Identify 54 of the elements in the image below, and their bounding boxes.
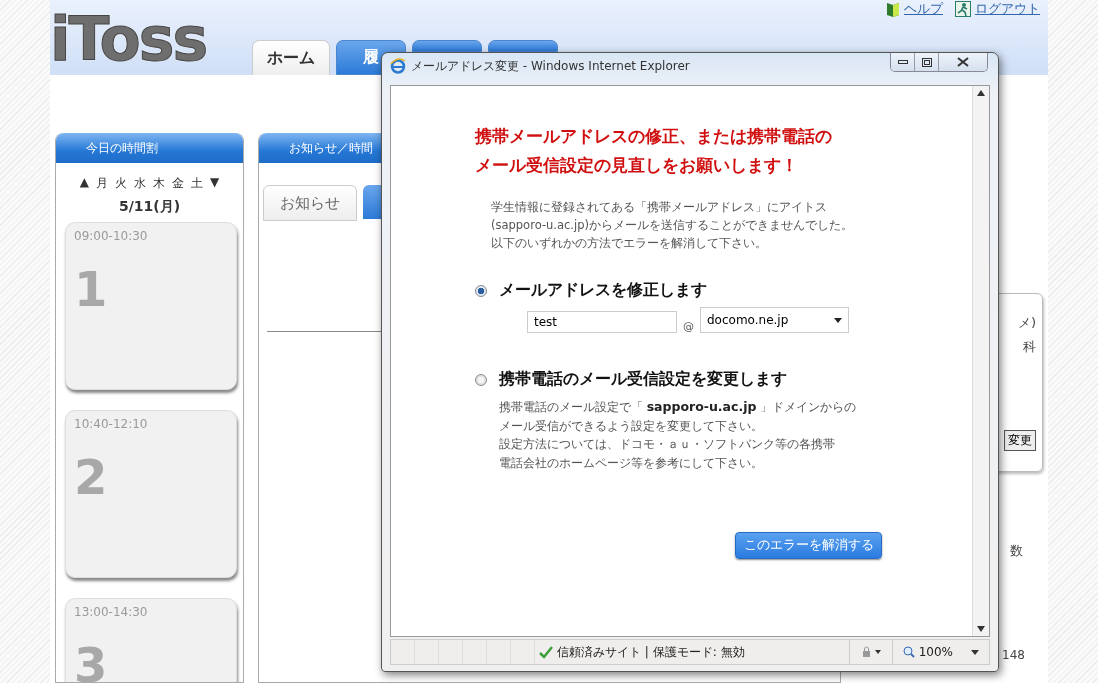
scroll-down-arrow[interactable] — [977, 626, 985, 632]
maximize-button[interactable] — [915, 53, 939, 71]
close-button[interactable] — [939, 53, 987, 71]
at-sign: @ — [683, 320, 694, 333]
column-heading: 数 — [1010, 542, 1023, 560]
radio-button[interactable] — [475, 373, 487, 386]
minimize-icon — [897, 60, 908, 64]
period-time: 13:00-14:30 — [74, 605, 149, 619]
info-text: メ) — [1017, 314, 1036, 332]
option-label: 携帯電話のメール受信設定を変更します — [499, 369, 787, 390]
day-link[interactable]: 水 — [134, 175, 146, 192]
day-link[interactable]: 月 — [96, 175, 108, 192]
zoom-button[interactable]: 100% — [891, 640, 989, 664]
radio-button[interactable] — [475, 284, 487, 297]
restore-icon — [921, 57, 932, 67]
count-text: 148 — [1002, 648, 1025, 662]
status-text: 信頼済みサイト | 保護モード: 無効 — [557, 643, 745, 661]
day-link[interactable]: 火 — [115, 175, 127, 192]
book-icon — [886, 1, 900, 17]
info-text: 科 — [1023, 338, 1036, 356]
nav-tab[interactable] — [488, 40, 558, 52]
day-link[interactable]: 金 — [172, 175, 184, 192]
day-link[interactable]: 木 — [153, 175, 165, 192]
previous-arrow[interactable]: ▲ — [79, 175, 89, 192]
address-input[interactable]: test — [527, 311, 677, 333]
period-time: 10:40-12:10 — [74, 417, 149, 431]
domain-select[interactable]: docomo.ne.jp — [700, 307, 849, 333]
period-time: 09:00-10:30 — [74, 229, 149, 243]
panel-header: 今日の時間割 — [56, 133, 243, 163]
notice-tab[interactable]: お知らせ — [263, 185, 357, 221]
caret-icon — [971, 649, 979, 655]
check-icon — [539, 645, 553, 659]
help-link[interactable]: ヘルプ — [886, 0, 943, 18]
day-link[interactable]: 土 — [191, 175, 203, 192]
magnifier-icon — [902, 646, 915, 658]
option-label: メールアドレスを修正します — [499, 280, 707, 301]
browser-icon — [390, 58, 406, 74]
period-number: 3 — [74, 637, 109, 682]
running-person-icon — [955, 1, 971, 17]
period-number: 1 — [74, 261, 109, 317]
logo: iToss — [50, 7, 208, 71]
minimize-button[interactable] — [891, 53, 915, 71]
period-number: 2 — [74, 449, 109, 505]
nav-tab[interactable]: ホーム — [252, 40, 330, 75]
dropdown-caret-icon — [834, 317, 842, 323]
change-button[interactable]: 変更 — [1004, 430, 1036, 451]
instructions-paragraph: 携帯電話のメール設定で「 sapporo-u.ac.jp 」ドメインからの メール受信ができるよう設定を変更して下さい。 設定方法については、ドコモ・ａｕ・ソフトバンク等の各携帯 電話会社のホームページ等を参考にして下さい。 — [499, 398, 858, 472]
intro-paragraph: 学生情報に登録されてある「携帯メールアドレス」にアイトス (sapporo-u.ac.jp)からメールを送信することができませんでした。 以下のいずれかの方法でエラーを解消して下さい。 — [491, 199, 854, 252]
nav-tab[interactable] — [412, 40, 482, 52]
date-label: 5/11(月) — [117, 198, 182, 216]
next-arrow[interactable]: ▼ — [210, 175, 220, 192]
close-icon — [957, 57, 969, 67]
scroll-up-arrow[interactable] — [977, 90, 985, 96]
window-title: メールアドレス変更 - Windows Internet Explorer — [411, 57, 690, 75]
